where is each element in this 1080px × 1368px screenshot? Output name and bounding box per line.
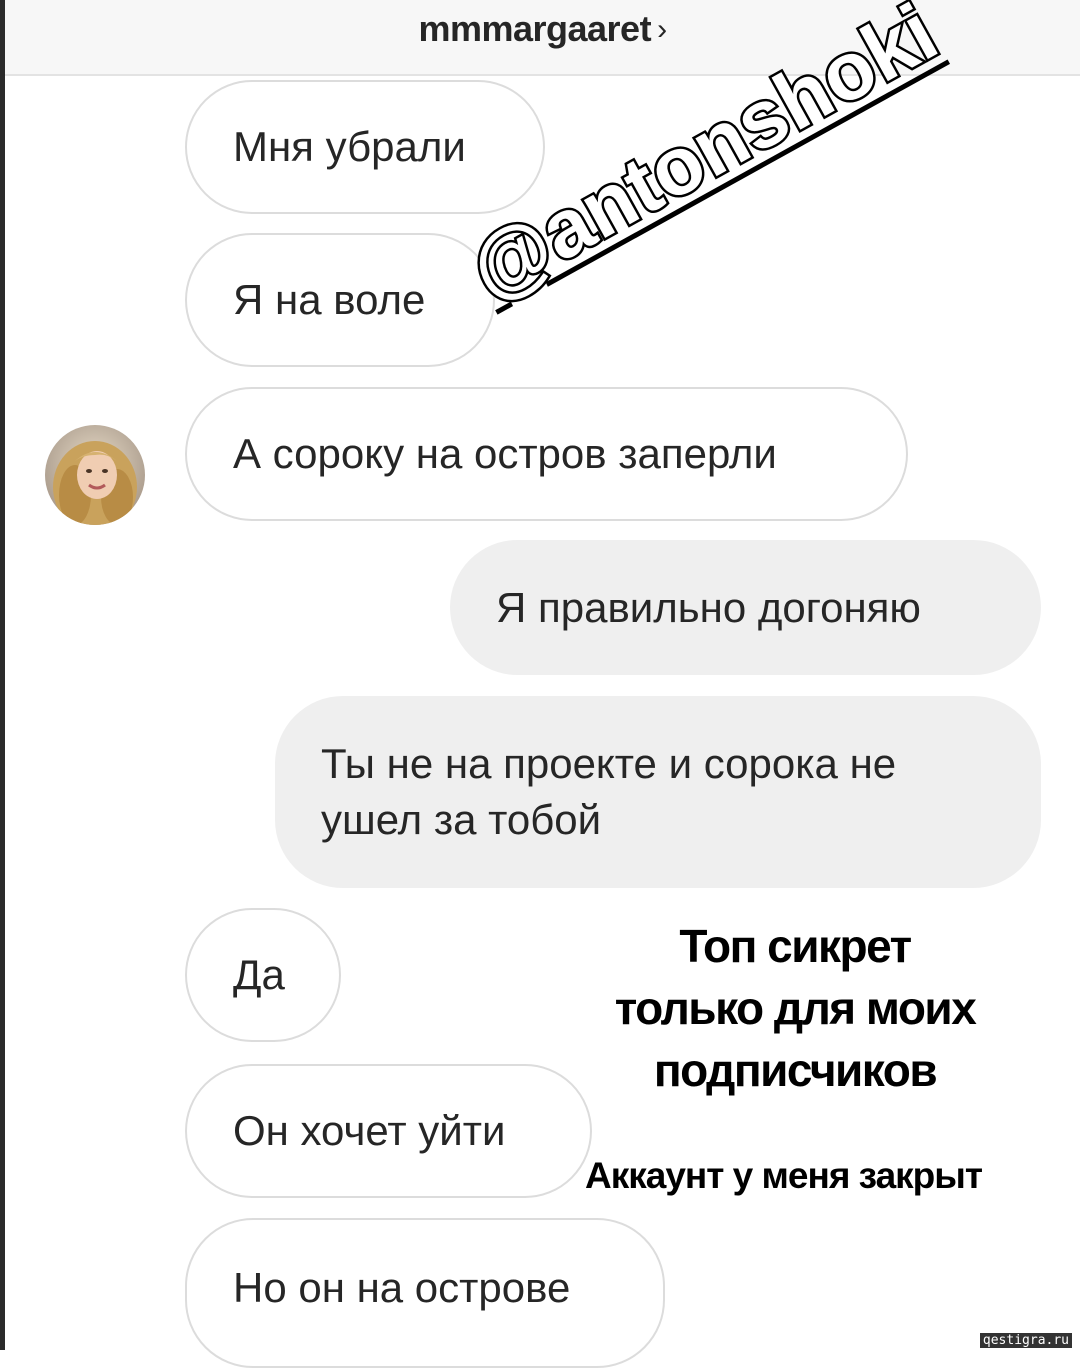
message-text: Мня убрали <box>233 123 466 170</box>
message-bubble-incoming[interactable]: Я на воле <box>185 233 495 367</box>
promo-line: подписчиков <box>653 1044 938 1096</box>
message-text: Я правильно догоняю <box>496 583 921 631</box>
message-text: А сороку на остров заперли <box>233 430 777 477</box>
message-text-line: Ты не на проекте и сорока не <box>321 740 897 787</box>
message-bubble-incoming[interactable]: Мня убрали <box>185 80 545 214</box>
message-text: Да <box>233 951 285 998</box>
chevron-right-icon: › <box>657 13 667 46</box>
message-bubble-outgoing[interactable]: Я правильно догоняю <box>450 540 1041 675</box>
promo-line: Топ сикрет <box>679 920 912 972</box>
message-text: Я на воле <box>233 276 426 323</box>
source-watermark: qestigra.ru <box>979 1333 1072 1348</box>
message-bubble-incoming[interactable]: Но он на острове <box>185 1218 665 1368</box>
message-bubble-incoming[interactable]: А сороку на остров заперли <box>185 387 908 521</box>
message-text: Он хочет уйти <box>233 1107 506 1154</box>
message-text-line: ушел за тобой <box>321 796 602 843</box>
avatar-image <box>45 425 145 525</box>
left-edge-bar <box>0 0 5 1350</box>
promo-caption: Топ сикрет только для моих подписчиков <box>560 915 1030 1101</box>
promo-subcaption: Аккаунт у меня закрыт <box>585 1155 983 1196</box>
profile-avatar[interactable] <box>45 425 145 525</box>
chat-username: mmmargaaret <box>418 8 652 49</box>
message-text: Но он на острове <box>233 1264 571 1311</box>
message-bubble-outgoing[interactable]: Ты не на проекте и сорока не ушел за тоб… <box>275 696 1041 888</box>
message-bubble-incoming[interactable]: Он хочет уйти <box>185 1064 592 1198</box>
message-text: Ты не на проекте и сорока не ушел за тоб… <box>321 736 896 848</box>
promo-line: только для моих <box>614 982 977 1034</box>
message-bubble-incoming[interactable]: Да <box>185 908 341 1042</box>
